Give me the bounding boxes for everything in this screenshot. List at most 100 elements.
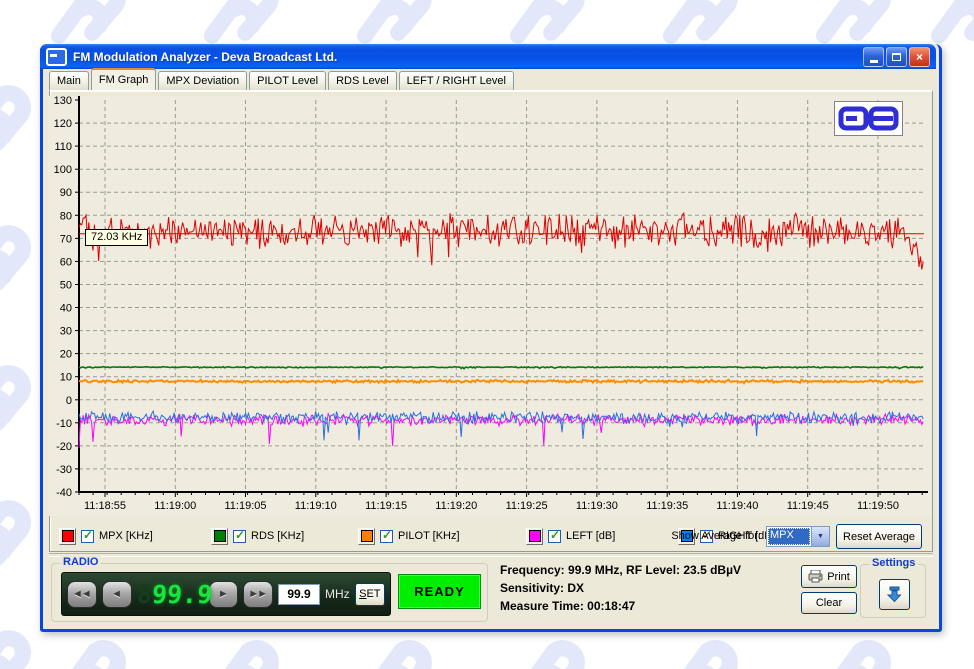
series-label: RDS [KHz] — [251, 530, 304, 542]
settings-button[interactable] — [879, 579, 910, 610]
legend-item-rds: ✓ RDS [KHz] — [211, 527, 304, 545]
watermark-logo — [0, 605, 40, 669]
x-axis-label: 11:19:10 — [295, 500, 337, 512]
watermark-logo — [40, 0, 135, 45]
watermark-logo — [346, 0, 441, 45]
maximize-icon — [892, 53, 901, 61]
maximize-button[interactable] — [886, 47, 907, 67]
sensitivity-line: Sensitivity: DX — [500, 579, 800, 597]
close-button[interactable]: × — [909, 47, 930, 67]
series-checkbox[interactable]: ✓ — [233, 530, 246, 543]
tab-left-right-level[interactable]: LEFT / RIGHT Level — [399, 71, 514, 90]
reset-average-button[interactable]: Reset Average — [836, 524, 922, 549]
watermark-logo — [499, 0, 594, 45]
series-color-swatch — [214, 530, 226, 542]
y-axis-label: 20 — [60, 349, 72, 361]
average-tooltip: 72.03 KHz — [85, 229, 148, 246]
frequency-input[interactable] — [278, 584, 320, 605]
show-average-label: Show Average for: — [671, 530, 761, 542]
tab-fm-graph[interactable]: FM Graph — [91, 68, 157, 90]
tab-pilot-level[interactable]: PILOT Level — [249, 71, 326, 90]
y-axis-label: 80 — [60, 210, 72, 222]
check-icon: ✓ — [83, 528, 93, 542]
check-icon: ✓ — [382, 528, 392, 542]
check-icon: ✓ — [550, 528, 560, 542]
average-select[interactable]: MPX ▼ — [766, 526, 830, 547]
y-axis-label: 30 — [60, 326, 72, 338]
y-axis-label: 120 — [54, 118, 72, 130]
db-logo-icon — [838, 105, 899, 132]
title-bar[interactable]: FM Modulation Analyzer - Deva Broadcast … — [40, 44, 936, 69]
series-label: MPX [KHz] — [99, 530, 153, 542]
y-axis-label: 50 — [60, 280, 72, 292]
y-axis-label: 130 — [54, 96, 72, 107]
app-icon — [46, 48, 67, 66]
status-indicator: READY — [398, 574, 481, 609]
radio-group-label: RADIO — [60, 556, 101, 568]
x-axis-label: 11:19:20 — [435, 500, 477, 512]
step-back-button[interactable]: ◄ — [102, 581, 132, 608]
minimize-button[interactable] — [863, 47, 884, 67]
series-checkbox[interactable]: ✓ — [81, 530, 94, 543]
watermark-logo — [193, 0, 288, 45]
x-axis-label: 11:19:40 — [716, 500, 758, 512]
frequency-rf-line: Frequency: 99.9 MHz, RF Level: 23.5 dBµV — [500, 561, 800, 579]
watermark-logo — [652, 0, 747, 45]
mhz-unit-label: MHz — [325, 587, 350, 601]
watermark-logo — [805, 0, 900, 45]
check-icon: ✓ — [235, 528, 245, 542]
x-axis-label: 11:18:55 — [84, 500, 126, 512]
series-right — [79, 411, 923, 440]
series-label: LEFT [dB] — [566, 530, 615, 542]
tuner-panel: ◄◄ ◄ 899.9 ► ►► MHz SET — [61, 572, 391, 616]
average-selected-value: MPX — [768, 528, 810, 545]
close-icon: × — [916, 50, 923, 64]
tab-mpx-deviation[interactable]: MPX Deviation — [158, 71, 247, 90]
y-axis-label: -20 — [56, 441, 72, 453]
series-color-button[interactable] — [358, 528, 375, 545]
measurement-info: Frequency: 99.9 MHz, RF Level: 23.5 dBµV… — [500, 561, 800, 615]
set-button[interactable]: SET — [355, 583, 385, 606]
settings-group: Settings — [860, 564, 926, 618]
download-arrow-icon — [886, 586, 903, 603]
print-button[interactable]: Print — [801, 565, 857, 588]
tab-rds-level[interactable]: RDS Level — [328, 71, 397, 90]
y-axis-label: 40 — [60, 303, 72, 315]
series-rds — [79, 367, 923, 369]
series-checkbox[interactable]: ✓ — [380, 530, 393, 543]
fm-graph-chart[interactable]: 1301201101009080706050403020100-10-20-30… — [48, 96, 932, 516]
series-color-button[interactable] — [526, 528, 543, 545]
y-axis-label: -40 — [56, 487, 72, 499]
y-axis-label: 60 — [60, 256, 72, 268]
x-axis-label: 11:19:15 — [365, 500, 407, 512]
x-axis-label: 11:19:45 — [787, 500, 829, 512]
app-window: FM Modulation Analyzer - Deva Broadcast … — [40, 44, 942, 632]
series-color-button[interactable] — [59, 528, 76, 545]
x-axis-label: 11:19:25 — [506, 500, 548, 512]
series-color-swatch — [62, 530, 74, 542]
minimize-icon — [870, 60, 878, 63]
y-axis-label: 10 — [60, 372, 72, 384]
tab-strip: Main FM Graph MPX Deviation PILOT Level … — [49, 70, 516, 90]
clear-button[interactable]: Clear — [801, 592, 857, 614]
watermark-logo — [0, 475, 40, 570]
chevron-down-icon[interactable]: ▼ — [811, 527, 829, 546]
legend-item-left: ✓ LEFT [dB] — [526, 527, 615, 545]
series-checkbox[interactable]: ✓ — [548, 530, 561, 543]
frequency-display: 899.9 — [136, 581, 205, 608]
series-color-button[interactable] — [211, 528, 228, 545]
x-axis-label: 11:19:50 — [857, 500, 899, 512]
seek-forward-button[interactable]: ►► — [243, 581, 273, 608]
x-axis-label: 11:19:30 — [576, 500, 618, 512]
seek-back-button[interactable]: ◄◄ — [67, 581, 97, 608]
watermark-logo — [0, 60, 40, 155]
desktop: { "window": { "title": "FM Modulation An… — [0, 0, 974, 669]
watermark-logo — [0, 340, 40, 435]
y-axis-label: 0 — [66, 395, 72, 407]
display-ghost-digit: 8 — [135, 580, 152, 609]
series-color-swatch — [361, 530, 373, 542]
x-axis-label: 11:19:05 — [224, 500, 266, 512]
tab-main[interactable]: Main — [49, 71, 89, 90]
legend-item-mpx: ✓ MPX [KHz] — [59, 527, 153, 545]
y-axis-label: 90 — [60, 187, 72, 199]
